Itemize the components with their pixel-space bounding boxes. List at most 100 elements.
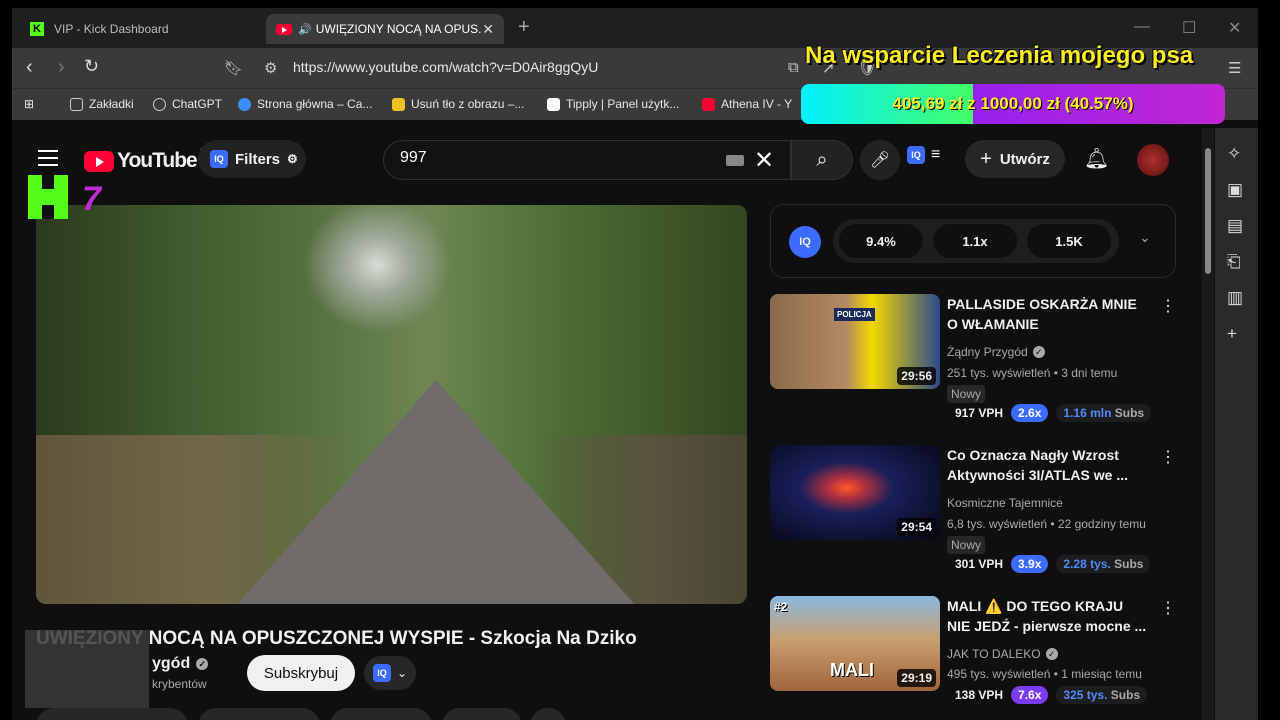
create-button[interactable]: + Utwórz [965, 140, 1065, 178]
new-badge: Nowy [947, 385, 986, 403]
list-item[interactable]: #2 MALI 29:19 MALI ⚠️ DO TEGO KRAJU NIE … [770, 596, 1180, 720]
chevron-down-icon[interactable]: ⌄ [1139, 229, 1151, 246]
add-panel-icon[interactable]: + [1227, 324, 1237, 344]
maximize-icon[interactable]: ☐ [1182, 18, 1196, 38]
more-options-icon[interactable]: ⋮ [1160, 598, 1176, 618]
wallet-icon[interactable]: ▤ [1227, 216, 1243, 236]
channel-name: JAK TO DALEKO ✓ [947, 647, 1058, 661]
search-box: ✕ [383, 140, 791, 180]
plus-icon: + [980, 147, 992, 170]
iq-dropdown[interactable]: IQ ⌄ [364, 656, 416, 690]
channel-name: Kosmiczne Tajemnice [947, 496, 1063, 510]
more-options-icon[interactable]: ⋮ [1160, 296, 1176, 316]
canva-icon [238, 97, 251, 111]
webcam-overlay [25, 630, 149, 708]
close-tab-icon[interactable]: ✕ [482, 21, 494, 38]
voice-search-button[interactable]: 🎤︎ [860, 140, 900, 180]
forward-icon[interactable]: › [58, 56, 65, 79]
clip-button[interactable] [442, 708, 522, 720]
ai-assistant-icon[interactable]: ✧ [1227, 144, 1241, 164]
list-item[interactable]: POLICJA 29:56 PALLASIDE OSKARŻA MNIE O W… [770, 294, 1180, 434]
vph-value: 138 VPH [955, 688, 1004, 702]
close-window-icon[interactable]: ✕ [1228, 18, 1241, 38]
site-settings-icon[interactable]: ⚙ [264, 59, 277, 77]
clear-search-icon[interactable]: ✕ [754, 146, 774, 175]
bookmark-item[interactable]: Usuń tło z obrazu –... [392, 97, 524, 111]
thumbnail-label: POLICJA [834, 308, 875, 321]
bookmark-item[interactable]: Tipply | Panel użytk... [547, 97, 679, 111]
video-title: MALI ⚠️ DO TEGO KRAJU NIE JEDŹ - pierwsz… [947, 598, 1147, 634]
browser-side-panel: ✧ ▣ ▤ ⎗ ▥ + [1215, 128, 1258, 720]
open-external-icon[interactable]: ⧉ [788, 59, 799, 76]
apps-icon[interactable]: ⊞ [24, 97, 34, 111]
bookmark-item[interactable]: Zakładki [70, 97, 134, 111]
bookmark-item[interactable]: Athena IV - Y [702, 97, 792, 111]
chatgpt-icon [153, 97, 166, 111]
kick-logo [28, 175, 68, 219]
bookmark-icon[interactable]: 🔖︎ [224, 59, 243, 77]
video-player[interactable] [36, 205, 747, 604]
new-tab-button[interactable]: + [518, 16, 530, 39]
iq-video-stats: 301 VPH 3.9x 2.28 tys. Subs [955, 555, 1151, 573]
like-button[interactable] [36, 708, 188, 720]
rank-badge: #2 [774, 600, 788, 614]
video-thumbnail[interactable]: POLICJA 29:56 [770, 294, 940, 389]
video-thumbnail[interactable]: 29:54 [770, 445, 940, 540]
minimize-icon[interactable]: — [1134, 18, 1150, 36]
menu-icon[interactable]: ☰ [1228, 59, 1241, 77]
url-field[interactable]: https://www.youtube.com/watch?v=D0Air8gg… [293, 59, 598, 75]
channel-name[interactable]: ygód ✓ [152, 655, 209, 673]
hamburger-menu-icon[interactable] [38, 150, 58, 171]
more-options-icon[interactable]: ⋮ [1160, 447, 1176, 467]
subscribe-button[interactable]: Subskrybuj [247, 655, 355, 691]
filters-button[interactable]: IQ Filters ⚙ [198, 140, 306, 178]
verified-icon: ✓ [1045, 648, 1058, 660]
stat-pill: 1.5K [1027, 224, 1111, 258]
duration-badge: 29:19 [897, 669, 936, 687]
kick-counter: 7 [82, 180, 101, 218]
list-item[interactable]: 29:54 Co Oznacza Nagły Wzrost Aktywności… [770, 445, 1180, 585]
ratio-chip: 2.6x [1011, 404, 1049, 422]
donation-progress-bar: 405,69 zł z 1000,00 zł (40.57%) [801, 84, 1225, 124]
duration-badge: 29:56 [897, 367, 936, 385]
tab-title: UWIĘZIONY NOCĄ NA OPUS... [315, 22, 483, 36]
tab-kick-dashboard[interactable]: K VIP - Kick Dashboard [26, 14, 266, 44]
tab-youtube-video[interactable]: 🔊 UWIĘZIONY NOCĄ NA OPUS... ✕ [266, 14, 504, 44]
iq-icon: IQ [907, 146, 925, 164]
bookmarks-panel-icon[interactable]: ⎗ [1227, 252, 1241, 272]
removebg-icon [392, 97, 405, 111]
bookmark-item[interactable]: ChatGPT [153, 97, 222, 111]
youtube-logo[interactable]: YouTube PL [84, 147, 211, 173]
notifications-bell-icon[interactable]: 🔔︎ [1084, 146, 1109, 171]
new-badge: Nowy [947, 536, 986, 554]
share-button[interactable] [198, 708, 320, 720]
search-icon: ⌕ [816, 148, 828, 171]
reload-icon[interactable]: ↻ [84, 56, 99, 77]
reading-list-icon[interactable]: ▥ [1227, 288, 1243, 308]
media-icon[interactable]: ▣ [1227, 180, 1243, 200]
iq-video-stats: 917 VPH 2.6x 1.16 mln Subs [955, 404, 1152, 422]
microphone-icon: 🎤︎ [869, 152, 891, 169]
speaker-icon: 🔊 [298, 23, 312, 36]
verified-icon: ✓ [196, 658, 209, 670]
bookmark-item[interactable]: Strona główna – Ca... [238, 97, 372, 111]
keyboard-icon[interactable] [726, 155, 744, 166]
search-input[interactable] [400, 149, 700, 167]
scrollbar[interactable] [1202, 128, 1214, 720]
video-title: PALLASIDE OSKARŻA MNIE O WŁAMANIE [947, 296, 1137, 332]
youtube-icon [276, 23, 292, 35]
video-meta: 6,8 tys. wyświetleń • 22 godziny temu [947, 517, 1146, 531]
youtube-icon [84, 150, 114, 172]
save-button[interactable] [330, 708, 432, 720]
iq-menu-button[interactable]: IQ ≡ [907, 146, 940, 164]
video-thumbnail[interactable]: #2 MALI 29:19 [770, 596, 940, 691]
thumbnail-label: MALI [830, 660, 874, 680]
video-title: Co Oznacza Nagły Wzrost Aktywności 3I/AT… [947, 447, 1129, 483]
search-button[interactable]: ⌕ [791, 140, 853, 180]
avatar[interactable] [1137, 144, 1169, 176]
path [236, 380, 636, 604]
folder-icon [70, 97, 83, 111]
more-actions-button[interactable] [530, 708, 566, 720]
subs-chip: 1.16 mln Subs [1056, 404, 1152, 422]
back-icon[interactable]: ‹ [26, 56, 33, 79]
